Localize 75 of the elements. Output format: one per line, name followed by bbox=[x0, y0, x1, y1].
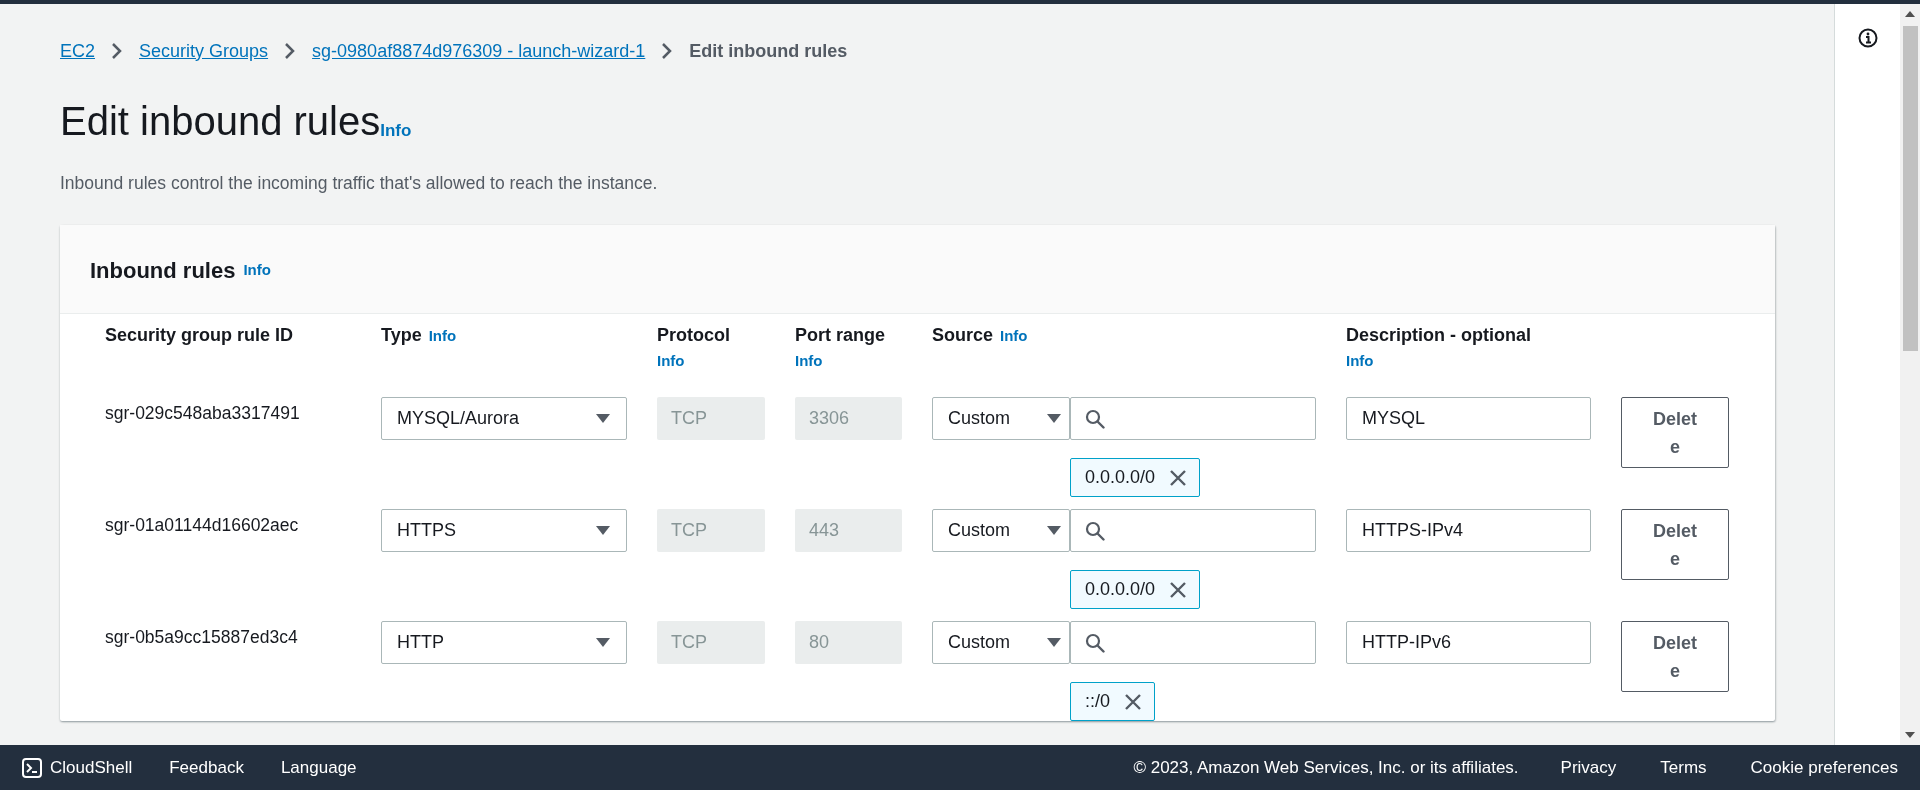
scroll-down-icon[interactable] bbox=[1905, 731, 1915, 739]
caret-icon bbox=[596, 637, 610, 648]
close-icon[interactable] bbox=[1124, 692, 1142, 711]
caret-icon bbox=[596, 413, 610, 424]
search-field[interactable] bbox=[1070, 397, 1316, 440]
copyright-text: © 2023, Amazon Web Services, Inc. or its affiliates. bbox=[1133, 757, 1519, 778]
search-field[interactable] bbox=[1070, 621, 1316, 664]
caret-icon bbox=[1047, 413, 1061, 424]
token-label: 0.0.0.0/0 bbox=[1085, 579, 1156, 600]
column-header: Protocol bbox=[657, 324, 730, 346]
scrollbar[interactable] bbox=[1900, 4, 1920, 745]
column-header: Security group rule ID bbox=[105, 324, 294, 346]
info-link[interactable]: Info bbox=[428, 327, 457, 344]
info-link[interactable]: Info bbox=[380, 121, 412, 141]
footer-link[interactable]: Feedback bbox=[169, 757, 244, 778]
chevron-right-icon bbox=[661, 42, 674, 60]
scroll-up-icon[interactable] bbox=[1905, 10, 1915, 18]
caret-icon bbox=[596, 525, 610, 536]
search-icon bbox=[1085, 632, 1105, 653]
description-field[interactable]: HTTPS-IPv4 bbox=[1346, 509, 1591, 552]
cloudshell-link[interactable]: CloudShell bbox=[22, 757, 133, 778]
breadcrumb-link[interactable]: Security Groups bbox=[139, 40, 269, 62]
scrollbar-thumb[interactable] bbox=[1902, 26, 1918, 351]
page-title: Edit inbound rules bbox=[60, 98, 381, 145]
description-field[interactable]: HTTP-IPv6 bbox=[1346, 621, 1591, 664]
description-field[interactable]: MYSQL bbox=[1346, 397, 1591, 440]
search-field[interactable] bbox=[1070, 509, 1316, 552]
breadcrumb-current: Edit inbound rules bbox=[689, 40, 848, 62]
port-range-field: 443 bbox=[795, 509, 902, 552]
info-link[interactable]: Info bbox=[795, 352, 823, 369]
info-link[interactable]: Info bbox=[243, 260, 271, 278]
source-select[interactable]: Custom bbox=[932, 509, 1070, 552]
close-icon[interactable] bbox=[1169, 580, 1188, 599]
info-link[interactable]: Info bbox=[1346, 352, 1374, 369]
port-range-field: 3306 bbox=[795, 397, 902, 440]
panel-title: Inbound rules bbox=[90, 258, 236, 284]
token-label: 0.0.0.0/0 bbox=[1085, 467, 1156, 488]
caret-icon bbox=[1047, 525, 1061, 536]
column-header: Type bbox=[381, 324, 422, 346]
footer-link[interactable]: Terms bbox=[1660, 757, 1707, 778]
column-header: Port range bbox=[795, 324, 886, 346]
delete-button[interactable]: Delete bbox=[1621, 621, 1729, 692]
page-description: Inbound rules control the incoming traffic that's allowed to reach the instance. bbox=[60, 172, 659, 195]
caret-icon bbox=[1047, 637, 1061, 648]
search-icon bbox=[1085, 408, 1105, 429]
info-link[interactable]: Info bbox=[1000, 327, 1028, 344]
footer-link[interactable]: Privacy bbox=[1560, 757, 1617, 778]
rule-id: sgr-01a01144d16602aec bbox=[105, 514, 299, 536]
terminal-icon bbox=[22, 757, 42, 778]
type-select[interactable]: HTTPS bbox=[381, 509, 627, 552]
footer-link[interactable]: Language bbox=[280, 757, 357, 778]
breadcrumb-link[interactable]: EC2 bbox=[60, 40, 95, 62]
column-header: Description - optional bbox=[1346, 324, 1531, 346]
delete-button[interactable]: Delete bbox=[1621, 397, 1729, 468]
chevron-right-icon bbox=[111, 42, 123, 60]
token-label: ::/0 bbox=[1085, 691, 1110, 712]
protocol-field: TCP bbox=[657, 397, 765, 440]
type-select[interactable]: HTTP bbox=[381, 621, 627, 664]
delete-button[interactable]: Delete bbox=[1621, 509, 1729, 580]
port-range-field: 80 bbox=[795, 621, 902, 664]
chevron-right-icon bbox=[284, 42, 297, 60]
breadcrumb-link[interactable]: sg-0980af8874d976309 - launch-wizard-1 bbox=[312, 40, 646, 62]
info-icon[interactable] bbox=[1857, 28, 1878, 48]
column-header: Source bbox=[932, 324, 994, 346]
rule-id: sgr-0b5a9cc15887ed3c4 bbox=[105, 626, 298, 648]
protocol-field: TCP bbox=[657, 621, 765, 664]
footer-link[interactable]: Cookie preferences bbox=[1750, 757, 1898, 778]
info-link[interactable]: Info bbox=[657, 352, 685, 369]
close-icon[interactable] bbox=[1169, 468, 1188, 487]
protocol-field: TCP bbox=[657, 509, 765, 552]
search-icon bbox=[1085, 520, 1105, 541]
rule-id: sgr-029c548aba3317491 bbox=[105, 402, 300, 424]
source-select[interactable]: Custom bbox=[932, 397, 1070, 440]
type-select[interactable]: MYSQL/Aurora bbox=[381, 397, 627, 440]
source-select[interactable]: Custom bbox=[932, 621, 1070, 664]
